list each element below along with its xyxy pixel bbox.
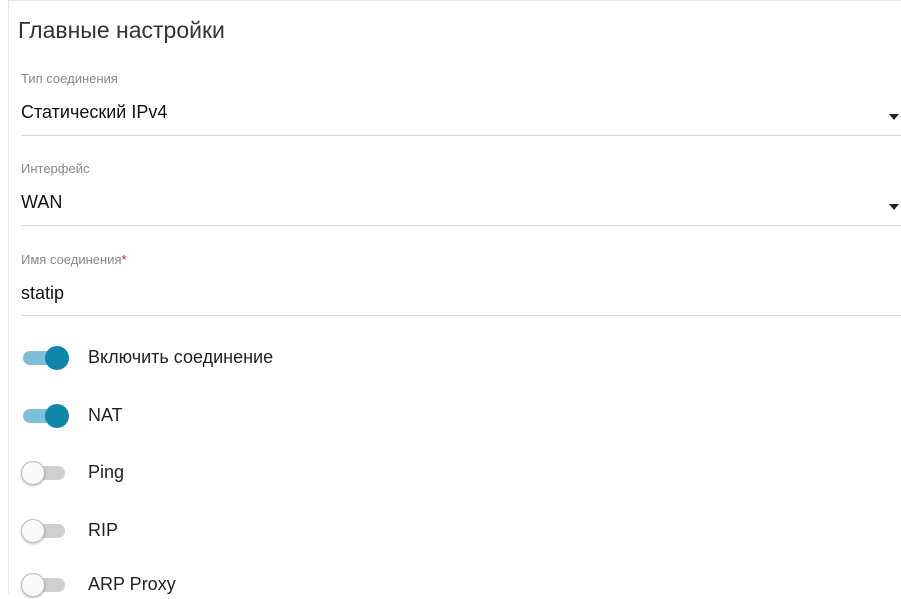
connection-type-label: Тип соединения <box>21 71 118 86</box>
toggle-switch[interactable] <box>21 461 73 485</box>
toggle-knob <box>45 404 69 428</box>
toggle-label: RIP <box>88 520 119 540</box>
interface-select[interactable]: Интерфейс WAN <box>21 161 901 226</box>
toggle-rip[interactable]: RIP <box>21 515 621 545</box>
toggle-knob <box>21 573 45 597</box>
toggle-arp-proxy[interactable]: ARP Proxy <box>21 569 621 599</box>
interface-label: Интерфейс <box>21 161 90 176</box>
interface-value: WAN <box>21 192 63 212</box>
toggle-knob <box>45 346 69 370</box>
toggle-label: Ping <box>88 462 125 482</box>
section-title: Главные настройки <box>18 17 225 43</box>
required-asterisk: * <box>121 252 127 267</box>
chevron-down-icon[interactable] <box>889 204 899 210</box>
main-settings-panel: Главные настройки Тип соединения Статиче… <box>8 0 901 597</box>
connection-type-value: Статический IPv4 <box>21 102 168 122</box>
toggle-knob <box>21 519 45 543</box>
chevron-down-icon[interactable] <box>889 114 899 120</box>
toggle-nat[interactable]: NAT <box>21 400 621 430</box>
toggle-switch[interactable] <box>21 404 73 428</box>
toggle-switch[interactable] <box>21 519 73 543</box>
toggle-label: Включить соединение <box>88 347 274 367</box>
connection-name-value[interactable]: statip <box>21 283 64 304</box>
toggle-enable-connection[interactable]: Включить соединение <box>21 342 621 372</box>
connection-name-label: Имя соединения* <box>21 252 127 267</box>
connection-name-label-text: Имя соединения <box>21 252 122 267</box>
toggle-switch[interactable] <box>21 573 73 597</box>
toggle-label: NAT <box>88 405 123 425</box>
toggle-ping[interactable]: Ping <box>21 457 621 487</box>
connection-type-select[interactable]: Тип соединения Статический IPv4 <box>21 71 901 136</box>
toggle-knob <box>21 461 45 485</box>
toggle-label: ARP Proxy <box>88 574 176 594</box>
toggle-switch[interactable] <box>21 346 73 370</box>
connection-name-field[interactable]: Имя соединения* statip <box>21 252 901 316</box>
